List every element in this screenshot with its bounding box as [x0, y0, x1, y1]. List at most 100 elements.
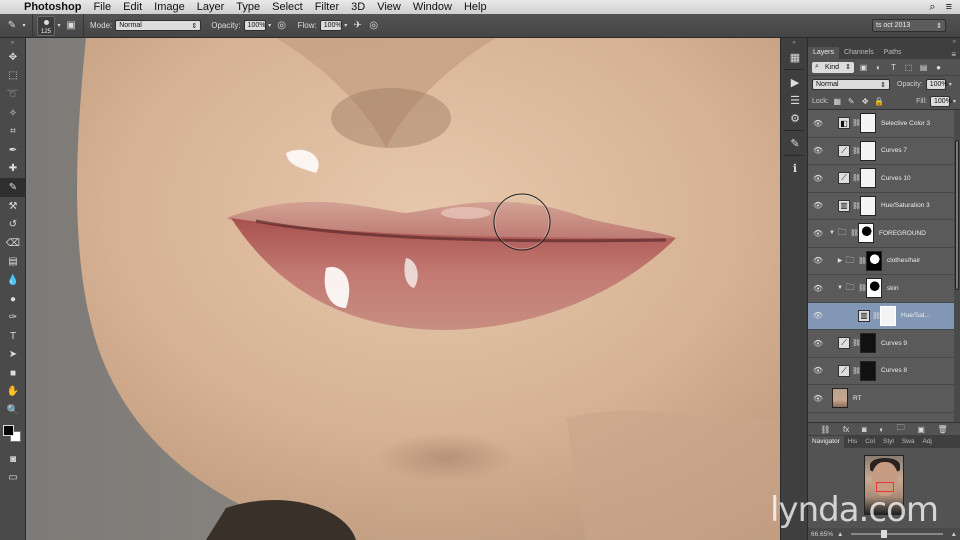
menu-3d[interactable]: 3D — [351, 1, 365, 13]
link-icon[interactable]: ⛓ — [872, 312, 881, 320]
lasso-tool-icon[interactable]: ➰ — [0, 85, 26, 104]
group-mask-thumbnail[interactable] — [866, 278, 882, 299]
brush-preset-picker[interactable]: 125 — [37, 15, 55, 36]
expand-triangle-icon[interactable]: ▼ — [836, 285, 844, 291]
layer-mask-thumbnail[interactable] — [860, 113, 876, 134]
layer-group-row[interactable]: 👁 ▼ 🗀 ⛓ FOREGROUND — [808, 220, 960, 248]
layer-row[interactable]: 👁 ◧ ⛓ Selective Color 3 — [808, 110, 960, 138]
screen-mode-icon[interactable]: ▭ — [0, 468, 26, 487]
menu-help[interactable]: Help — [464, 1, 487, 13]
eyedropper-tool-icon[interactable]: ✒ — [0, 141, 26, 160]
actions-play-icon[interactable]: ▶ — [781, 73, 809, 91]
mode-select[interactable]: Normal ⇕ — [115, 20, 202, 31]
layer-mask-thumbnail[interactable] — [860, 195, 876, 216]
tab-navigator[interactable]: Navigator — [808, 436, 844, 448]
clone-stamp-tool-icon[interactable]: ⚒ — [0, 197, 26, 216]
lock-pixels-icon[interactable]: ✎ — [846, 96, 857, 107]
layer-comps-icon[interactable]: ☰ — [781, 91, 809, 109]
filter-toggle-icon[interactable]: ● — [933, 62, 944, 73]
link-icon[interactable]: ⛓ — [852, 367, 861, 375]
search-icon[interactable]: ⌕ — [929, 1, 935, 14]
tab-paths[interactable]: Paths — [879, 47, 907, 59]
pressure-opacity-icon[interactable]: ◎ — [274, 18, 290, 34]
pen-tool-icon[interactable]: ✑ — [0, 308, 26, 327]
filter-kind-select[interactable]: ⌕ Kind ⇕ — [812, 61, 854, 73]
layer-mask-thumbnail[interactable] — [860, 360, 876, 381]
gradient-tool-icon[interactable]: ▤ — [0, 253, 26, 272]
properties-icon[interactable]: ⚙ — [781, 109, 809, 127]
lock-all-icon[interactable]: 🔒 — [874, 96, 885, 107]
link-icon[interactable]: ⛓ — [852, 174, 861, 182]
link-icon[interactable]: ⛓ — [850, 229, 859, 237]
filter-type-icon[interactable]: T — [888, 62, 899, 73]
flow-field[interactable]: 100% — [319, 20, 342, 31]
layer-mask-thumbnail[interactable] — [860, 168, 876, 189]
layer-group-row[interactable]: 👁 ▶ 🗀 ⛓ clothes/hair — [808, 248, 960, 275]
eye-icon[interactable]: 👁 — [808, 284, 828, 293]
chevron-down-icon[interactable]: ▾ — [55, 18, 63, 34]
eye-icon[interactable]: 👁 — [808, 119, 828, 128]
scrollbar-thumb[interactable] — [955, 140, 959, 290]
layer-mask-thumbnail[interactable] — [860, 333, 876, 354]
eye-icon[interactable]: 👁 — [808, 256, 828, 265]
eye-icon[interactable]: 👁 — [808, 366, 828, 375]
layer-mask-thumbnail[interactable] — [860, 140, 876, 161]
fx-icon[interactable]: fx — [843, 425, 849, 434]
new-adjustment-icon[interactable]: ◐ — [879, 425, 884, 434]
link-layers-icon[interactable]: ⛓ — [820, 425, 830, 434]
menu-edit[interactable]: Edit — [123, 1, 142, 13]
filter-adjustment-icon[interactable]: ◐ — [873, 62, 884, 73]
tab-color[interactable]: Col — [861, 436, 879, 448]
link-icon[interactable]: ⛓ — [852, 339, 861, 347]
layer-row[interactable]: 👁 ⟋ ⛓ Curves 8 — [808, 358, 960, 385]
layer-image-thumbnail[interactable] — [832, 388, 848, 409]
layer-group-row[interactable]: 👁 ▼ 🗀 ⛓ skin — [808, 275, 960, 303]
zoom-tool-icon[interactable]: 🔍 — [0, 401, 26, 420]
chevron-down-icon[interactable]: ▾ — [953, 98, 956, 105]
tab-swatches[interactable]: Swa — [898, 436, 919, 448]
chevron-down-icon[interactable]: ▾ — [20, 18, 28, 34]
layer-row[interactable]: 👁 ⟋ ⛓ Curves 7 — [808, 138, 960, 165]
menu-select[interactable]: Select — [272, 1, 303, 13]
layers-scrollbar[interactable] — [954, 110, 960, 422]
tab-channels[interactable]: Channels — [839, 47, 879, 59]
history-brush-tool-icon[interactable]: ↺ — [0, 215, 26, 234]
filter-shape-icon[interactable]: ⬚ — [903, 62, 914, 73]
tool-presets-icon[interactable]: ✎ — [781, 134, 809, 152]
healing-brush-tool-icon[interactable]: ✚ — [0, 160, 26, 179]
pressure-size-icon[interactable]: ◎ — [366, 18, 382, 34]
new-group-icon[interactable]: 🗀 — [897, 422, 905, 436]
add-mask-icon[interactable]: ◙ — [862, 425, 867, 434]
eraser-tool-icon[interactable]: ⌫ — [0, 234, 26, 253]
tab-layers[interactable]: Layers — [808, 47, 840, 59]
link-icon[interactable]: ⛓ — [858, 257, 867, 265]
zoom-slider-knob[interactable] — [880, 530, 887, 538]
eye-icon[interactable]: 👁 — [808, 229, 828, 238]
marquee-tool-icon[interactable]: ⬚ — [0, 67, 26, 86]
lock-transparency-icon[interactable]: ▦ — [832, 96, 843, 107]
expand-triangle-icon[interactable]: ▼ — [828, 230, 836, 236]
lock-position-icon[interactable]: ✥ — [860, 96, 871, 107]
trash-icon[interactable]: 🗑 — [938, 425, 948, 434]
type-tool-icon[interactable]: T — [0, 327, 26, 346]
crop-tool-icon[interactable]: ⌗ — [0, 122, 26, 141]
eye-icon[interactable]: 👁 — [808, 146, 828, 155]
zoom-out-icon[interactable]: ▲ — [837, 531, 843, 538]
expand-triangle-icon[interactable]: ▶ — [836, 257, 844, 264]
chevron-down-icon[interactable]: ▾ — [266, 18, 274, 34]
eye-icon[interactable]: 👁 — [808, 174, 828, 183]
collapse-icon[interactable]: » — [781, 38, 807, 48]
menu-file[interactable]: File — [93, 1, 111, 13]
hand-tool-icon[interactable]: ✋ — [0, 383, 26, 402]
opacity-field[interactable]: 100% — [243, 20, 266, 31]
brush-tool-icon[interactable]: ✎ — [0, 178, 26, 197]
menu-layer[interactable]: Layer — [197, 1, 225, 13]
menu-view[interactable]: View — [377, 1, 401, 13]
move-tool-icon[interactable]: ✥ — [0, 48, 26, 67]
filter-smart-object-icon[interactable]: ▤ — [918, 62, 929, 73]
tab-history[interactable]: His — [844, 436, 861, 448]
brush-tool-icon[interactable]: ✎ — [4, 18, 20, 34]
foreground-color-swatch[interactable] — [3, 424, 14, 436]
link-icon[interactable]: ⛓ — [858, 284, 867, 292]
panel-menu-icon[interactable]: ≡ — [947, 50, 960, 59]
